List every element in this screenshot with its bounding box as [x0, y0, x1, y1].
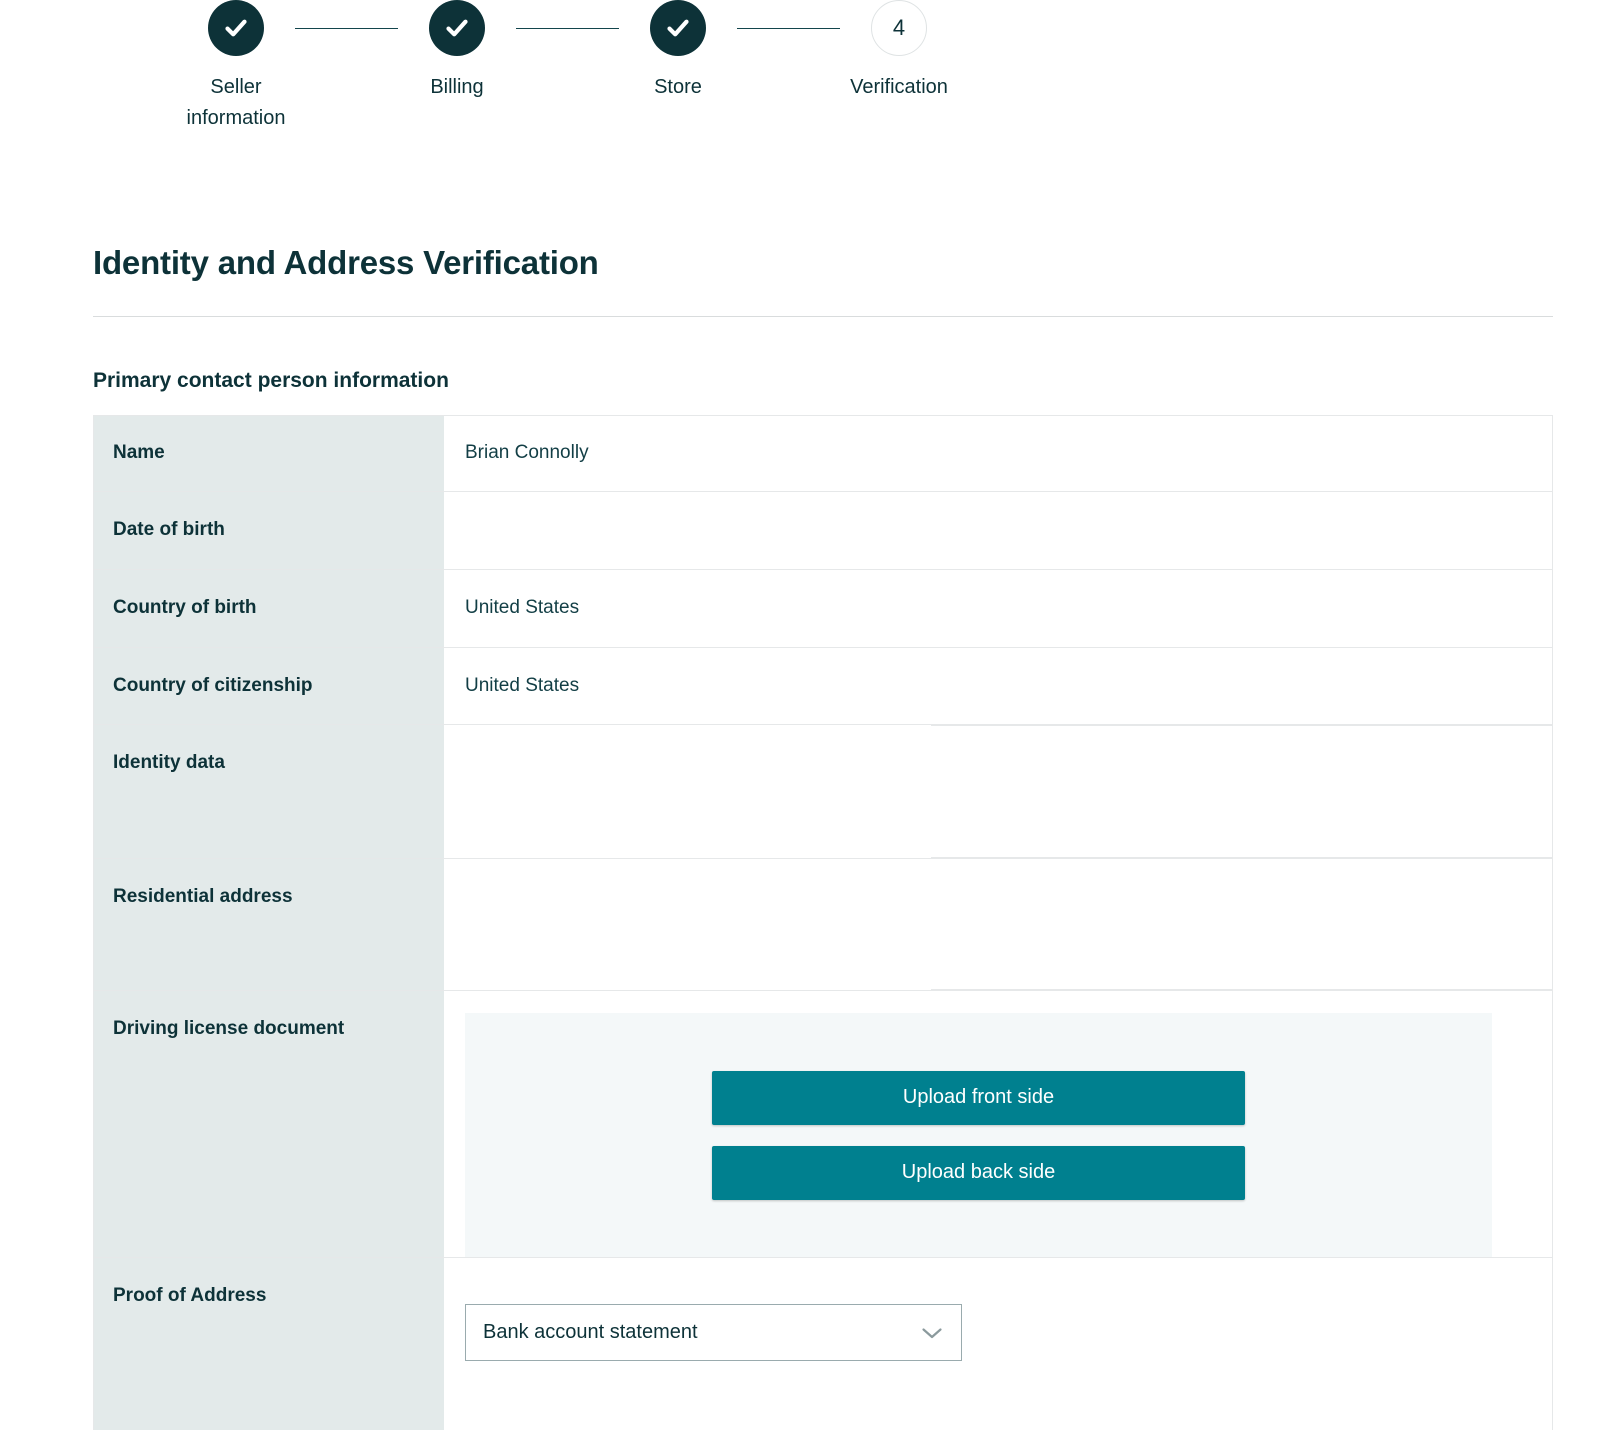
- upload-front-side-button[interactable]: Upload front side: [712, 1070, 1245, 1125]
- row-value: [444, 725, 1552, 858]
- table-row: Name Brian Connolly: [94, 416, 1552, 492]
- table-row: Driving license document Upload front si…: [94, 991, 1552, 1258]
- row-value: United States: [465, 597, 580, 618]
- stepper-connector-3: [718, 0, 859, 56]
- table-row: Residential address: [94, 859, 1552, 991]
- check-icon: [208, 0, 264, 56]
- proof-of-address-selected-value: Bank account statement: [483, 1321, 698, 1343]
- stepper-step-store[interactable]: Store: [638, 0, 718, 103]
- section-title: Primary contact person information: [93, 369, 449, 392]
- row-label: Country of citizenship: [94, 648, 444, 724]
- main-content: Identity and Address Verification Primar…: [0, 196, 1616, 1430]
- row-value: Upload front side Upload back side: [444, 991, 1552, 1257]
- row-label: Identity data: [94, 725, 444, 858]
- stepper-step-verification[interactable]: 4 Verification: [850, 0, 948, 103]
- row-label: Date of birth: [94, 492, 444, 569]
- subrow-divider: [931, 725, 1552, 726]
- progress-stepper: Seller information Billing Store 4 Verif…: [0, 0, 1616, 196]
- table-row: Identity data: [94, 725, 1552, 859]
- row-label: Residential address: [94, 859, 444, 990]
- row-label: Driving license document: [94, 991, 444, 1257]
- row-value: Brian Connolly: [465, 442, 589, 463]
- stepper-step-label: Store: [654, 76, 702, 98]
- row-value: [444, 492, 1552, 569]
- stepper-step-billing[interactable]: Billing: [417, 0, 497, 103]
- check-icon: [429, 0, 485, 56]
- table-row: Proof of Address Bank account statement: [94, 1258, 1552, 1430]
- primary-contact-table: Name Brian Connolly Date of birth Countr…: [93, 415, 1553, 1430]
- table-row: Country of citizenship United States: [94, 648, 1552, 725]
- row-label: Name: [94, 416, 444, 491]
- table-row: Date of birth: [94, 492, 1552, 570]
- stepper-step-label: Verification: [850, 76, 948, 98]
- check-icon: [650, 0, 706, 56]
- identity-data-subrows: [931, 725, 1552, 858]
- row-value: Bank account statement: [444, 1258, 1552, 1430]
- row-label: Proof of Address: [94, 1258, 444, 1430]
- row-value: [444, 859, 1552, 990]
- table-row: Country of birth United States: [94, 570, 1552, 648]
- proof-of-address-select[interactable]: Bank account statement: [465, 1304, 962, 1361]
- subrow-divider: [931, 857, 1552, 858]
- row-value: United States: [465, 675, 580, 696]
- stepper-step-seller-information[interactable]: Seller information: [187, 0, 285, 134]
- stepper-connector-2: [497, 0, 638, 56]
- subrow-divider: [931, 989, 1552, 990]
- page-title: Identity and Address Verification: [93, 244, 599, 281]
- row-label: Country of birth: [94, 570, 444, 647]
- step-number-badge: 4: [871, 0, 927, 56]
- stepper-steps: Seller information Billing Store 4 Verif…: [187, 0, 1616, 134]
- chevron-down-icon: [921, 1326, 943, 1340]
- driving-license-upload-panel: Upload front side Upload back side: [465, 1013, 1492, 1257]
- residential-address-subrows: [931, 859, 1552, 990]
- stepper-connector-1: [276, 0, 417, 56]
- stepper-step-label: Billing: [430, 76, 484, 98]
- stepper-step-label: Seller information: [186, 76, 286, 129]
- upload-back-side-button[interactable]: Upload back side: [712, 1145, 1245, 1200]
